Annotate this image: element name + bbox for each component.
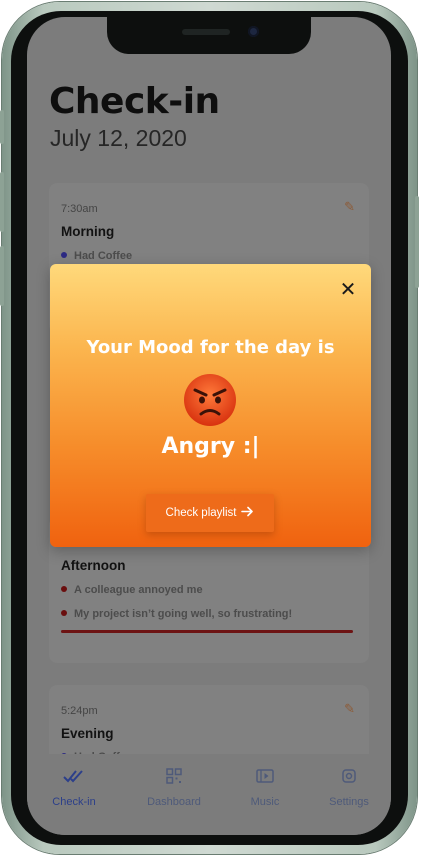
angry-face-icon <box>182 372 238 432</box>
entry-text: Had Coffee <box>74 250 133 262</box>
card-period: Afternoon <box>61 558 126 573</box>
entry-dot <box>61 610 67 616</box>
nav-label: Settings <box>329 796 369 808</box>
nav-label: Music <box>250 796 280 808</box>
card-entry: Had Coffee <box>61 250 132 262</box>
dashboard-grid-icon <box>134 768 214 786</box>
arrow-right-icon <box>241 506 254 520</box>
card-period: Morning <box>61 224 115 239</box>
volume-up-button <box>0 172 4 232</box>
entry-text: A colleague annoyed me <box>74 584 203 596</box>
power-button <box>415 196 419 288</box>
nav-item-settings[interactable]: Settings <box>309 768 389 809</box>
double-check-icon <box>34 768 114 786</box>
card-period: Evening <box>61 726 114 741</box>
edit-pencil-icon[interactable]: ✎ <box>344 702 355 717</box>
mood-modal: ✕ Your Mood for the day is Angry :| Chec… <box>50 264 371 547</box>
mute-switch <box>0 110 4 144</box>
front-camera <box>248 26 259 37</box>
nav-label: Dashboard <box>147 796 201 808</box>
nav-item-music[interactable]: Music <box>225 768 305 809</box>
volume-down-button <box>0 246 4 306</box>
nav-item-dashboard[interactable]: Dashboard <box>134 768 214 809</box>
entry-dot <box>61 586 67 592</box>
notch <box>107 17 311 54</box>
modal-heading: Your Mood for the day is <box>86 337 335 358</box>
entry-text: My project isn’t going well, so frustrat… <box>74 608 293 620</box>
page-title: Check-in <box>49 81 220 122</box>
music-player-icon <box>225 768 305 786</box>
mood-progress-bar <box>61 630 353 633</box>
check-playlist-button[interactable]: Check playlist <box>146 494 274 532</box>
card-time: 5:24pm <box>61 705 98 717</box>
screen: Check-in July 12, 2020 7:30am Morning ✎ … <box>27 17 391 835</box>
speaker <box>182 29 230 35</box>
edit-pencil-icon[interactable]: ✎ <box>344 200 355 215</box>
settings-icon <box>309 768 389 786</box>
close-icon[interactable]: ✕ <box>337 278 359 300</box>
entry-dot <box>61 252 67 258</box>
mood-label: Angry :| <box>161 434 260 459</box>
nav-label: Check-in <box>52 796 96 808</box>
card-entry: A colleague annoyed me <box>61 584 203 596</box>
card-time: 7:30am <box>61 203 98 215</box>
button-label: Check playlist <box>165 507 237 519</box>
card-entry: My project isn’t going well, so frustrat… <box>61 608 292 620</box>
nav-item-check-in[interactable]: Check-in <box>34 768 114 809</box>
page-date: July 12, 2020 <box>50 125 187 151</box>
bottom-nav: Check-in Dashboard Music Settings <box>27 754 391 835</box>
